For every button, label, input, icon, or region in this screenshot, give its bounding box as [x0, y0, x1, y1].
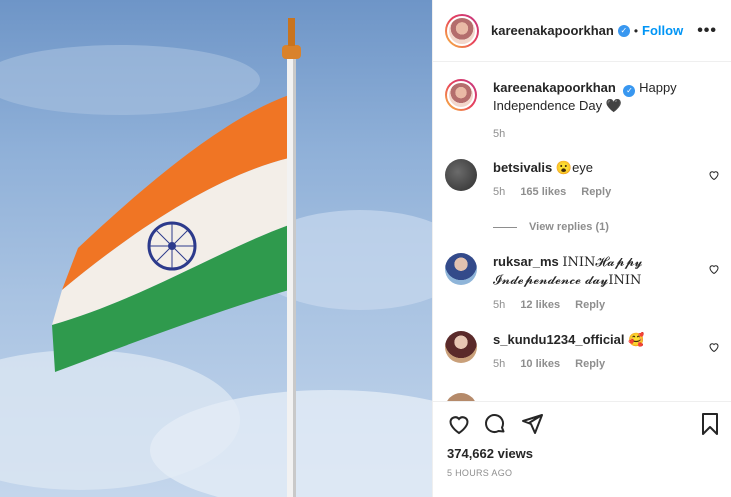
commenter-avatar[interactable]	[445, 393, 477, 401]
follow-button[interactable]: Follow	[642, 23, 683, 38]
comment-heart-icon[interactable]	[708, 169, 720, 181]
comment-heart-icon[interactable]	[708, 341, 720, 353]
comments-list[interactable]: kareenakapoorkhan ✓ Happy Independence D…	[433, 63, 731, 401]
author-avatar[interactable]	[445, 13, 479, 48]
verified-icon: ✓	[617, 24, 630, 37]
separator-dot: •	[633, 23, 639, 38]
comment-time: 5h	[493, 358, 506, 370]
comment-text: 😮eye	[555, 160, 594, 175]
share-icon[interactable]	[520, 412, 544, 436]
view-replies-button[interactable]: View replies (1)	[493, 221, 609, 233]
comment-heart-icon[interactable]	[708, 263, 720, 275]
reply-button[interactable]: Reply	[575, 299, 605, 311]
bookmark-icon[interactable]	[698, 412, 722, 436]
comment-likes[interactable]: 165 likes	[520, 186, 566, 198]
comment-likes[interactable]: 12 likes	[520, 299, 560, 311]
flag-illustration	[0, 18, 432, 497]
comment-username[interactable]: ruksar_ms	[493, 254, 559, 269]
heart-icon[interactable]	[447, 412, 471, 436]
post-panel: kareenakapoorkhan ✓ • Follow ••• kareena…	[432, 0, 731, 497]
more-options-icon[interactable]: •••	[697, 22, 717, 40]
reply-button[interactable]: Reply	[575, 358, 605, 370]
caption-username[interactable]: kareenakapoorkhan	[493, 80, 616, 95]
comment-text: 🥰	[628, 332, 645, 347]
view-replies-label: View replies (1)	[529, 221, 609, 233]
comment-username[interactable]: betsivalis	[493, 160, 552, 175]
replies-line	[493, 226, 517, 228]
comment-likes[interactable]: 10 likes	[520, 358, 560, 370]
comment-time: 5h	[493, 299, 506, 311]
comment-icon[interactable]	[483, 412, 507, 436]
comment-username[interactable]: s_kundu1234_official	[493, 332, 625, 347]
commenter-avatar[interactable]	[445, 159, 477, 191]
verified-icon: ✓	[623, 85, 636, 97]
views-count[interactable]: 374,662 views	[447, 446, 533, 461]
commenter-avatar[interactable]	[445, 253, 477, 285]
post-timestamp: 5 HOURS AGO	[447, 468, 513, 478]
post-image	[0, 0, 432, 497]
author-avatar-small[interactable]	[445, 79, 477, 111]
reply-button[interactable]: Reply	[581, 186, 611, 198]
caption-time: 5h	[493, 128, 506, 140]
comment-time: 5h	[493, 186, 506, 198]
post-header: kareenakapoorkhan ✓ • Follow •••	[433, 0, 731, 62]
post-actions: 374,662 views 5 HOURS AGO	[433, 401, 731, 497]
commenter-avatar[interactable]	[445, 331, 477, 363]
author-username[interactable]: kareenakapoorkhan	[491, 23, 614, 38]
